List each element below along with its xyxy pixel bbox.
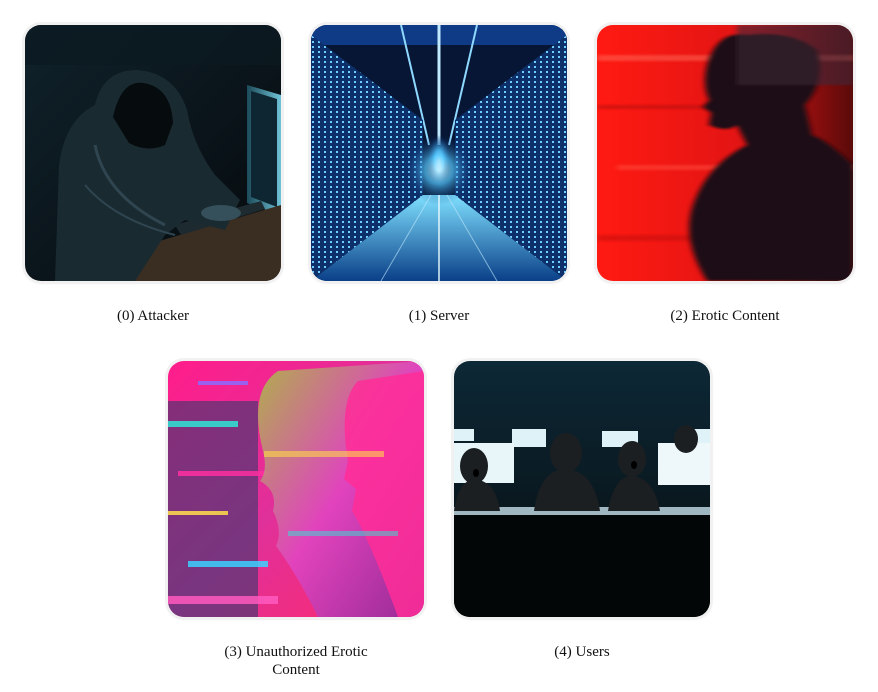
users-caption: (4) Users <box>554 644 610 660</box>
erotic-content-caption: (2) Erotic Content <box>670 308 780 324</box>
glitched-faces-illustration <box>168 361 424 617</box>
unauthorized-erotic-content-caption-text: (3) Unauthorized Erotic Content <box>224 644 368 678</box>
attacker-image <box>25 25 281 281</box>
blurred-silhouette-illustration <box>597 25 853 281</box>
server-corridor-illustration <box>311 25 567 281</box>
users-image <box>454 361 710 617</box>
shocked-users-illustration <box>454 361 710 617</box>
unauthorized-erotic-content-image <box>168 361 424 617</box>
hooded-hacker-illustration <box>25 25 281 281</box>
erotic-content-image <box>597 25 853 281</box>
server-caption: (1) Server <box>408 308 470 324</box>
server-image <box>311 25 567 281</box>
unauthorized-erotic-content-caption: (3) Unauthorized Erotic Content <box>168 643 424 679</box>
attacker-caption: (0) Attacker <box>116 308 190 324</box>
